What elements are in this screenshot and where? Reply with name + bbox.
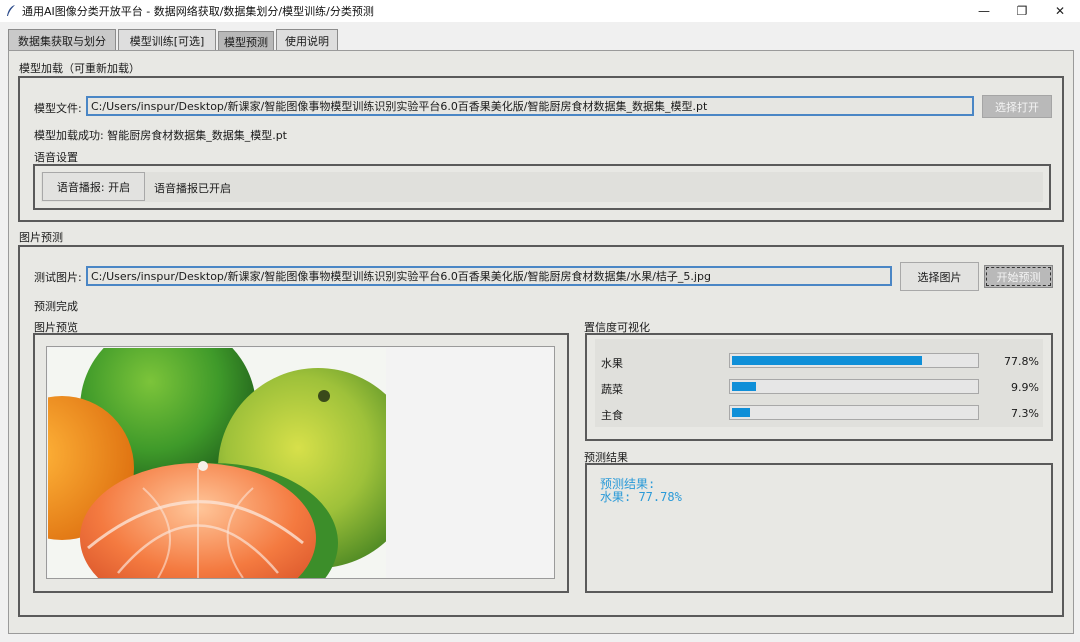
tab-prediction[interactable]: 模型预测	[218, 31, 274, 51]
confidence-bar-track	[729, 379, 979, 394]
tab-training[interactable]: 模型训练[可选]	[118, 29, 216, 51]
orange-preview-image	[48, 348, 386, 578]
feather-icon	[4, 4, 18, 18]
preview-canvas	[46, 346, 555, 579]
test-image-input[interactable]: C:/Users/inspur/Desktop/新课家/智能图像事物模型训练识别…	[86, 266, 892, 286]
model-load-title: 模型加载（可重新加载）	[19, 62, 140, 75]
confidence-panel: 水果 77.8% 蔬菜 9.9% 主食 7.3%	[595, 339, 1043, 427]
confidence-bar-fill	[732, 382, 757, 391]
confidence-name: 主食	[601, 409, 623, 422]
test-image-label: 测试图片:	[34, 271, 82, 284]
confidence-bar-fill	[732, 408, 750, 417]
confidence-percent: 77.8%	[1004, 355, 1039, 368]
confidence-name: 水果	[601, 357, 623, 370]
model-file-input[interactable]: C:/Users/inspur/Desktop/新课家/智能图像事物模型训练识别…	[86, 96, 974, 116]
confidence-percent: 7.3%	[1011, 407, 1039, 420]
tab-dataset[interactable]: 数据集获取与划分	[8, 29, 116, 51]
tab-bar: 数据集获取与划分 模型训练[可选] 模型预测 使用说明	[8, 29, 340, 51]
tab-content: 模型加载（可重新加载） 模型文件: C:/Users/inspur/Deskto…	[8, 50, 1074, 634]
open-model-button[interactable]: 选择打开	[982, 95, 1052, 118]
choose-image-button[interactable]: 选择图片	[900, 262, 979, 291]
model-file-label: 模型文件:	[34, 102, 82, 115]
voice-toggle-button[interactable]: 语音播报: 开启	[42, 172, 145, 201]
title-bar: 通用AI图像分类开放平台 - 数据网络获取/数据集划分/模型训练/分类预测 — …	[0, 0, 1080, 22]
voice-status: 语音播报已开启	[154, 182, 231, 195]
close-button[interactable]: ✕	[1040, 0, 1080, 22]
predict-status: 预测完成	[34, 300, 78, 313]
minimize-button[interactable]: —	[964, 0, 1004, 22]
confidence-bar-track	[729, 405, 979, 420]
model-load-status: 模型加载成功: 智能厨房食材数据集_数据集_模型.pt	[34, 129, 287, 142]
tab-help[interactable]: 使用说明	[276, 29, 338, 51]
window-title: 通用AI图像分类开放平台 - 数据网络获取/数据集划分/模型训练/分类预测	[22, 5, 374, 18]
predict-title: 图片预测	[19, 231, 63, 244]
restore-button[interactable]: ❐	[1002, 0, 1042, 22]
result-line-2: 水果: 77.78%	[600, 490, 682, 504]
confidence-name: 蔬菜	[601, 383, 623, 396]
voice-settings-title: 语音设置	[34, 151, 78, 164]
preview-frame	[33, 333, 569, 593]
result-frame: 预测结果: 水果: 77.78%	[585, 463, 1053, 593]
predict-frame: 测试图片: C:/Users/inspur/Desktop/新课家/智能图像事物…	[18, 245, 1064, 617]
start-predict-button[interactable]: 开始预测	[984, 265, 1053, 288]
confidence-bar-fill	[732, 356, 922, 365]
confidence-bar-track	[729, 353, 979, 368]
confidence-percent: 9.9%	[1011, 381, 1039, 394]
confidence-frame: 水果 77.8% 蔬菜 9.9% 主食 7.3%	[585, 333, 1053, 441]
model-load-frame: 模型文件: C:/Users/inspur/Desktop/新课家/智能图像事物…	[18, 76, 1064, 222]
voice-settings-frame: 语音播报: 开启 语音播报已开启	[33, 164, 1051, 210]
